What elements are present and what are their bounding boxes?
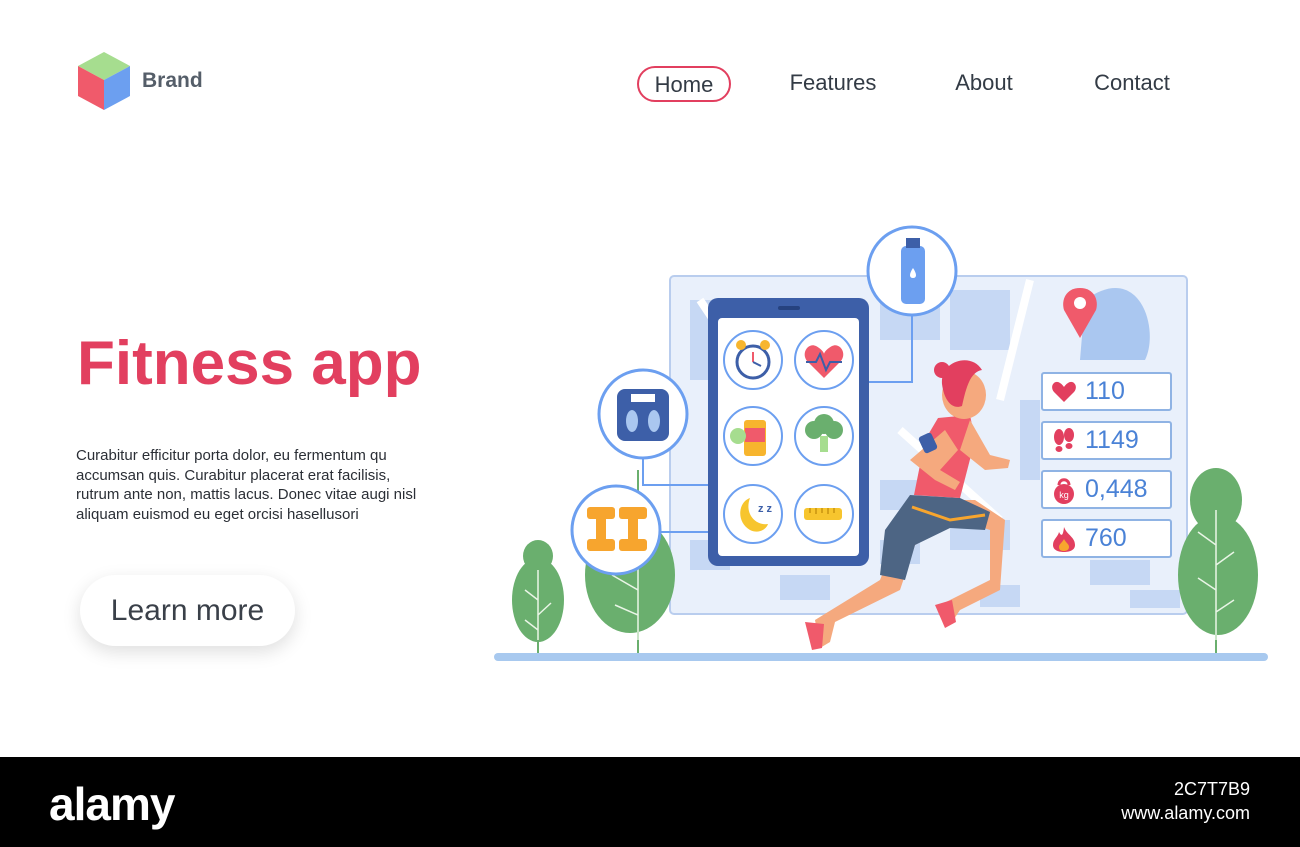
kettlebell-icon: kg: [1043, 476, 1085, 504]
main-nav: Home Features About Contact: [0, 66, 1300, 104]
kettlebell-label: kg: [1059, 490, 1069, 500]
measuring-tape-icon: [794, 484, 854, 544]
nav-home[interactable]: Home: [637, 66, 731, 102]
alarm-clock-icon: [723, 330, 783, 390]
learn-more-button[interactable]: Learn more: [80, 575, 295, 646]
broccoli-icon: [794, 406, 854, 466]
stat-weight: kg 0,448: [1041, 470, 1172, 509]
bathroom-scale-icon: [597, 368, 689, 460]
footer-logo: alamy: [49, 778, 175, 830]
stat-value: 760: [1085, 524, 1127, 552]
footer-url: www.alamy.com: [1121, 803, 1250, 823]
flame-icon: [1043, 525, 1085, 553]
hero-description: Curabitur efficitur porta dolor, eu ferm…: [76, 447, 417, 523]
image-id: 2C7T7B9: [1173, 779, 1250, 799]
footer-bar: alamy 2C7T7B9 www.alamy.com: [0, 757, 1300, 847]
tree-left-small: [512, 540, 564, 655]
stat-steps: 1149: [1041, 421, 1172, 460]
dumbbells-icon: [570, 484, 662, 576]
pills-icon: [723, 406, 783, 466]
hero-title: Fitness app: [77, 329, 422, 398]
footsteps-icon: [1043, 427, 1085, 455]
tree-right: [1178, 468, 1258, 655]
stat-calories: 760: [1041, 519, 1172, 558]
stat-heart-rate: 110: [1041, 372, 1172, 411]
sleep-moon-icon: z z: [723, 484, 783, 544]
stat-value: 0,448: [1085, 475, 1148, 503]
heart-icon: [1043, 380, 1085, 404]
water-bottle-icon: [866, 225, 958, 317]
smartphone: z z: [708, 298, 869, 566]
nav-contact[interactable]: Contact: [1084, 66, 1180, 102]
stat-value: 1149: [1085, 426, 1139, 454]
nav-about[interactable]: About: [944, 66, 1024, 102]
heart-rate-icon: [794, 330, 854, 390]
stat-value: 110: [1085, 377, 1125, 405]
sleep-label: z z: [758, 503, 773, 515]
nav-features[interactable]: Features: [780, 66, 886, 102]
